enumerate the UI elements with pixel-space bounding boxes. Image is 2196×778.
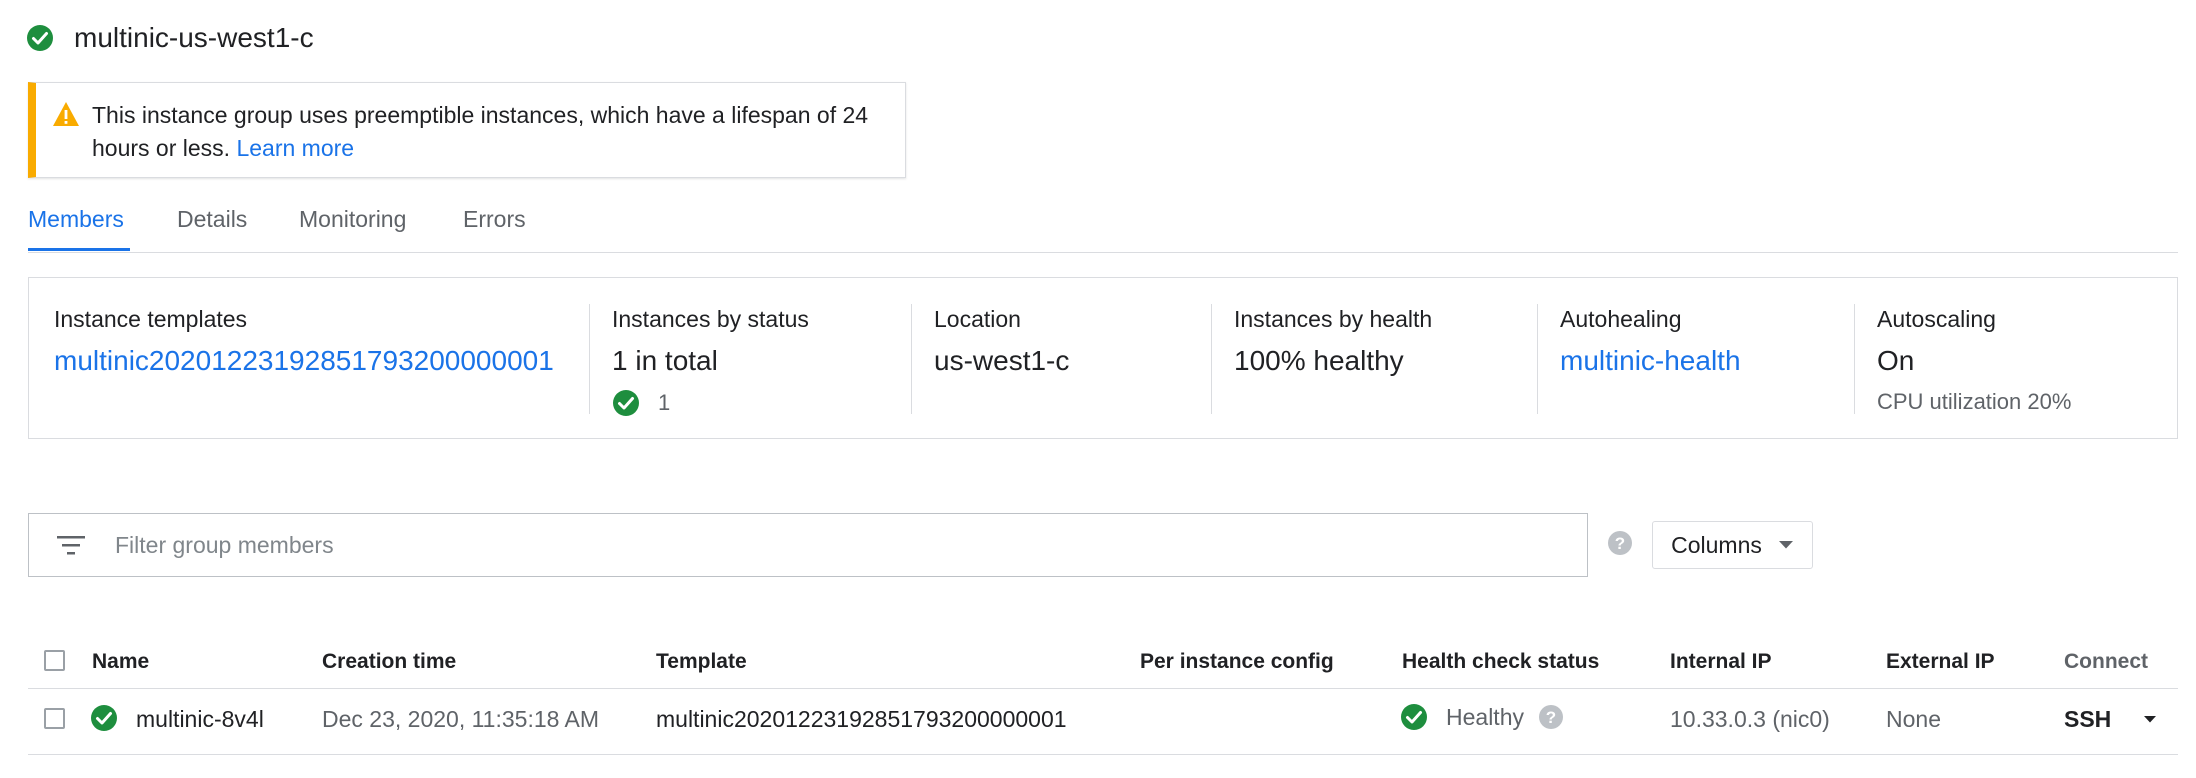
- summary-location: Location us-west1-c: [934, 302, 1069, 377]
- learn-more-link[interactable]: Learn more: [236, 135, 354, 161]
- external-ip: None: [1886, 706, 1941, 732]
- internal-ip-nic: (nic0): [1772, 706, 1830, 732]
- location-value: us-west1-c: [934, 345, 1070, 376]
- columns-button[interactable]: Columns: [1652, 521, 1813, 569]
- instance-template-link[interactable]: multinic20201223192851793200000001: [54, 345, 554, 377]
- divider: [1854, 304, 1855, 414]
- health-value: 100% healthy: [1234, 345, 1404, 376]
- column-header-per-instance-config[interactable]: Per instance config: [1140, 650, 1334, 674]
- column-header-external-ip[interactable]: External IP: [1886, 650, 1995, 674]
- internal-ip-address: 10.33.0.3: [1670, 706, 1766, 732]
- tab-details[interactable]: Details: [177, 206, 247, 233]
- check-circle-icon: [27, 25, 53, 51]
- tab-monitoring[interactable]: Monitoring: [299, 206, 406, 233]
- help-icon[interactable]: ?: [1607, 530, 1633, 556]
- autohealing-health-check-link[interactable]: multinic-health: [1560, 345, 1741, 377]
- tab-members[interactable]: Members: [28, 206, 124, 233]
- check-circle-icon: [91, 705, 117, 731]
- column-header-creation-time[interactable]: Creation time: [322, 650, 456, 674]
- preemptible-warning-banner: This instance group uses preemptible ins…: [28, 82, 906, 178]
- status-value: 1 in total: [612, 345, 718, 376]
- chevron-down-icon[interactable]: [2143, 715, 2157, 724]
- templates-label: Instance templates: [54, 306, 248, 332]
- chevron-down-icon: [1778, 541, 1793, 549]
- divider: [589, 304, 590, 414]
- table-header-divider: [28, 688, 2178, 689]
- select-all-checkbox[interactable]: [44, 650, 65, 671]
- column-header-internal-ip[interactable]: Internal IP: [1670, 650, 1772, 674]
- banner-text: This instance group uses preemptible ins…: [92, 102, 869, 161]
- svg-text:?: ?: [1615, 534, 1625, 553]
- ssh-connect-button[interactable]: SSH: [2064, 706, 2157, 733]
- help-icon[interactable]: ?: [1538, 704, 1564, 730]
- location-label: Location: [934, 306, 1021, 332]
- ssh-connect-label: SSH: [2064, 706, 2112, 732]
- summary-health: Instances by health 100% healthy: [1234, 302, 1432, 377]
- tab-errors[interactable]: Errors: [463, 206, 526, 233]
- tab-bar: Members Details Monitoring Errors: [28, 200, 2178, 253]
- summary-autoscaling: Autoscaling On CPU utilization 20%: [1877, 302, 2071, 415]
- filter-group-members-input[interactable]: [113, 530, 1517, 560]
- check-circle-icon: [1401, 704, 1427, 730]
- row-select-checkbox[interactable]: [44, 708, 65, 729]
- internal-ip: 10.33.0.3 (nic0): [1670, 706, 1830, 733]
- column-header-name[interactable]: Name: [92, 650, 149, 674]
- column-header-connect: Connect: [2064, 650, 2148, 673]
- autohealing-label: Autohealing: [1560, 306, 1682, 332]
- health-status: Healthy ?: [1400, 703, 1564, 731]
- active-tab-indicator: [28, 248, 130, 251]
- autoscaling-detail: CPU utilization 20%: [1877, 389, 2072, 414]
- health-status-label: Healthy: [1446, 703, 1524, 730]
- page-header: multinic-us-west1-c: [26, 22, 314, 54]
- filter-icon: [57, 536, 85, 555]
- column-header-health-check-status[interactable]: Health check status: [1402, 650, 1599, 674]
- summary-card: Instance templates multinic2020122319285…: [28, 277, 2178, 439]
- column-header-template[interactable]: Template: [656, 650, 747, 674]
- warning-icon: [53, 102, 79, 126]
- row-template-link[interactable]: multinic20201223192851793200000001: [656, 706, 1067, 733]
- banner-message: This instance group uses preemptible ins…: [92, 99, 885, 165]
- creation-time: Dec 23, 2020, 11:35:18 AM: [322, 706, 600, 732]
- columns-button-label: Columns: [1671, 531, 1762, 558]
- svg-text:?: ?: [1546, 708, 1556, 727]
- autoscaling-label: Autoscaling: [1877, 306, 1996, 332]
- page-title: multinic-us-west1-c: [74, 22, 314, 53]
- check-circle-icon: [613, 390, 639, 416]
- summary-status: Instances by status 1 in total 1: [612, 302, 809, 417]
- running-count: 1: [612, 389, 809, 417]
- running-count-value: 1: [658, 390, 671, 415]
- summary-templates: Instance templates multinic2020122319285…: [54, 302, 554, 377]
- status-label: Instances by status: [612, 306, 809, 332]
- autoscaling-value: On: [1877, 345, 1915, 376]
- divider: [1211, 304, 1212, 414]
- filter-bar[interactable]: [28, 513, 1588, 577]
- divider: [1537, 304, 1538, 414]
- health-label: Instances by health: [1234, 306, 1433, 332]
- divider: [911, 304, 912, 414]
- instance-name-link[interactable]: multinic-8v4l: [136, 706, 264, 733]
- summary-autohealing: Autohealing multinic-health: [1560, 302, 1741, 377]
- table-row-divider: [28, 754, 2178, 755]
